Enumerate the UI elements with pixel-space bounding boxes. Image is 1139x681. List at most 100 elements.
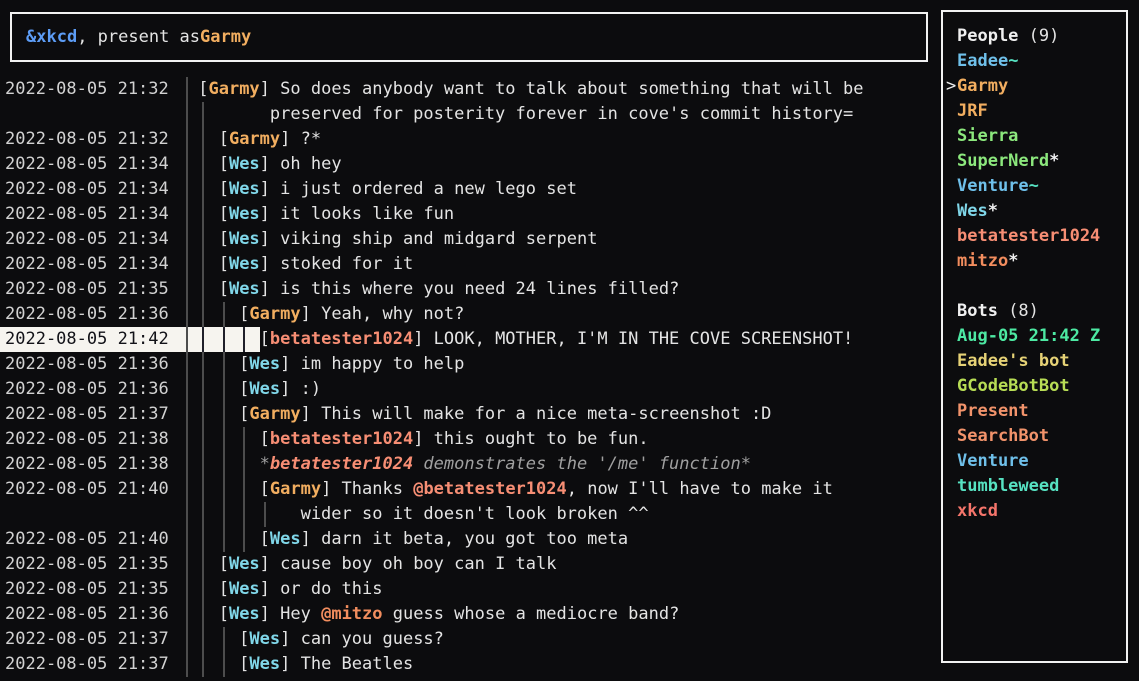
message-text: ] oh hey — [260, 154, 342, 174]
thread-indent-guide — [239, 327, 259, 352]
chat-message-row[interactable]: 2022-08-05 21:36[Wes] Hey @mitzo guess w… — [0, 602, 935, 627]
bot-name: GCodeBotBot — [957, 374, 1070, 399]
person-item-wes[interactable]: Wes* — [946, 199, 1126, 224]
bot-item-aug-05-21-42-z[interactable]: Aug-05 21:42 Z — [946, 324, 1126, 349]
person-name: SuperNerd — [957, 149, 1049, 174]
indent-pad — [188, 502, 198, 527]
message-body: [Wes] darn it beta, you got too meta — [186, 527, 935, 552]
bot-item-gcodebotbot[interactable]: GCodeBotBot — [946, 374, 1126, 399]
chat-message-row[interactable]: 2022-08-05 21:34[Wes] viking ship and mi… — [0, 227, 935, 252]
message-text: ] LOOK, MOTHER, I'M IN THE COVE SCREENSH… — [413, 329, 853, 349]
thread-indent-guide — [198, 477, 218, 502]
chat-message-row[interactable]: preserved for posterity forever in cove'… — [0, 102, 935, 127]
message-nick: Garmy — [249, 404, 300, 424]
chat-message-row[interactable]: 2022-08-05 21:40[Garmy] Thanks @betatest… — [0, 477, 935, 502]
thread-indent-guide — [239, 502, 259, 527]
chat-message-row[interactable]: 2022-08-05 21:35[Wes] cause boy oh boy c… — [0, 552, 935, 577]
person-name: Wes — [957, 199, 988, 224]
people-title: People — [957, 24, 1018, 49]
message-body: [Garmy] This will make for a nice meta-s… — [186, 402, 935, 427]
chat-message-row[interactable]: 2022-08-05 21:37[Wes] can you guess? — [0, 627, 935, 652]
message-nick: Wes — [229, 604, 260, 624]
marker-spacer — [946, 199, 957, 224]
chat-message-row[interactable]: 2022-08-05 21:34[Wes] it looks like fun — [0, 202, 935, 227]
status-suffix: * — [1008, 249, 1018, 274]
message-text: ] The Beatles — [280, 654, 413, 674]
bot-item-venture[interactable]: Venture — [946, 449, 1126, 474]
thread-indent-guide — [198, 402, 218, 427]
person-item-mitzo[interactable]: mitzo* — [946, 249, 1126, 274]
marker-spacer — [946, 249, 957, 274]
chat-message-row[interactable]: 2022-08-05 21:40[Wes] darn it beta, you … — [0, 527, 935, 552]
chat-message-row[interactable]: 2022-08-05 21:34[Wes] oh hey — [0, 152, 935, 177]
indent-pad — [188, 202, 198, 227]
person-item-garmy[interactable]: >Garmy — [946, 74, 1126, 99]
person-item-eadee[interactable]: Eadee~ — [946, 49, 1126, 74]
chat-message-row[interactable]: 2022-08-05 21:38*betatester1024 demonstr… — [0, 452, 935, 477]
bots-section-header: Bots (8) — [946, 299, 1126, 324]
chat-message-row[interactable]: 2022-08-05 21:37[Wes] The Beatles — [0, 652, 935, 677]
bot-item-xkcd[interactable]: xkcd — [946, 499, 1126, 524]
person-name: Venture — [957, 174, 1029, 199]
message-body: [Garmy] ?* — [186, 127, 935, 152]
message-nick: Wes — [229, 179, 260, 199]
chat-message-row[interactable]: 2022-08-05 21:34[Wes] i just ordered a n… — [0, 177, 935, 202]
indent-pad — [188, 252, 198, 277]
message-text: [ — [239, 379, 249, 399]
marker-spacer — [946, 124, 957, 149]
bot-name: Present — [957, 399, 1029, 424]
channel-header: &xkcd, present as Garmy — [10, 12, 928, 62]
chat-message-row[interactable]: 2022-08-05 21:37[Garmy] This will make f… — [0, 402, 935, 427]
bot-item-eadee-s-bot[interactable]: Eadee's bot — [946, 349, 1126, 374]
bot-item-present[interactable]: Present — [946, 399, 1126, 424]
message-body: [Wes] :) — [186, 377, 935, 402]
message-text: ] darn it beta, you got too meta — [301, 529, 629, 549]
person-item-betatester1024[interactable]: betatester1024 — [946, 224, 1126, 249]
bot-name: SearchBot — [957, 424, 1049, 449]
thread-indent-guide — [198, 427, 218, 452]
message-timestamp: 2022-08-05 21:36 — [0, 602, 186, 627]
person-name: Sierra — [957, 124, 1018, 149]
person-item-venture[interactable]: Venture~ — [946, 174, 1126, 199]
marker-spacer — [946, 324, 957, 349]
message-text: ] :) — [280, 379, 321, 399]
chat-message-row[interactable]: 2022-08-05 21:32[Garmy] ?* — [0, 127, 935, 152]
person-item-sierra[interactable]: Sierra — [946, 124, 1126, 149]
thread-indent-guide — [198, 627, 218, 652]
marker-spacer — [946, 449, 957, 474]
people-section-header: People (9) — [946, 24, 1126, 49]
indent-pad — [188, 352, 198, 377]
marker-spacer — [946, 149, 957, 174]
message-text: [ — [219, 229, 229, 249]
chat-message-row-highlighted[interactable]: 2022-08-05 21:42[betatester1024] LOOK, M… — [0, 327, 935, 352]
person-name: mitzo — [957, 249, 1008, 274]
indent-pad — [188, 277, 198, 302]
chat-message-row[interactable]: 2022-08-05 21:36[Wes] :) — [0, 377, 935, 402]
bot-item-searchbot[interactable]: SearchBot — [946, 424, 1126, 449]
indent-pad — [188, 427, 198, 452]
person-item-jrf[interactable]: JRF — [946, 99, 1126, 124]
message-text: [ — [219, 204, 229, 224]
message-text: ] this ought to be fun. — [413, 429, 648, 449]
chat-message-row[interactable]: 2022-08-05 21:36[Wes] im happy to help — [0, 352, 935, 377]
message-timestamp: 2022-08-05 21:35 — [0, 577, 186, 602]
chat-message-row[interactable]: wider so it doesn't look broken ^^ — [0, 502, 935, 527]
chat-message-row[interactable]: 2022-08-05 21:35[Wes] or do this — [0, 577, 935, 602]
wrap-indent-pad — [219, 102, 270, 127]
message-body: [Garmy] So does anybody want to talk abo… — [186, 77, 935, 102]
chat-message-row[interactable]: 2022-08-05 21:32[Garmy] So does anybody … — [0, 77, 935, 102]
chat-message-row[interactable]: 2022-08-05 21:35[Wes] is this where you … — [0, 277, 935, 302]
message-nick: Garmy — [249, 304, 300, 324]
marker-spacer — [946, 474, 957, 499]
marker-spacer — [946, 224, 957, 249]
chat-message-row[interactable]: 2022-08-05 21:36[Garmy] Yeah, why not? — [0, 302, 935, 327]
person-item-supernerd[interactable]: SuperNerd* — [946, 149, 1126, 174]
message-timestamp: 2022-08-05 21:35 — [0, 552, 186, 577]
message-text: ] i just ordered a new lego set — [260, 179, 577, 199]
message-text: ] or do this — [260, 579, 383, 599]
message-timestamp: 2022-08-05 21:37 — [0, 627, 186, 652]
chat-message-row[interactable]: 2022-08-05 21:38[betatester1024] this ou… — [0, 427, 935, 452]
chat-message-row[interactable]: 2022-08-05 21:34[Wes] stoked for it — [0, 252, 935, 277]
bot-item-tumbleweed[interactable]: tumbleweed — [946, 474, 1126, 499]
message-timestamp: 2022-08-05 21:37 — [0, 402, 186, 427]
